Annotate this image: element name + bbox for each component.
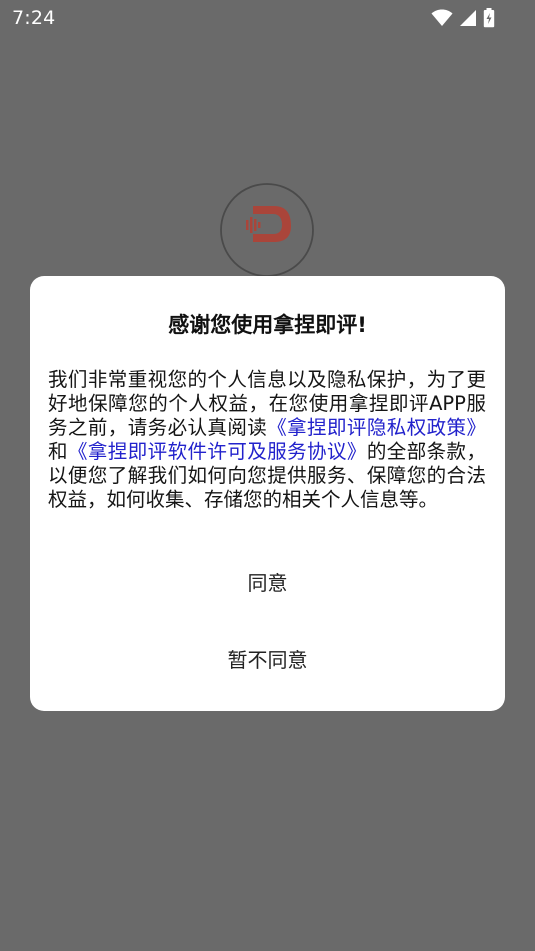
status-icons <box>431 8 495 28</box>
privacy-dialog: 感谢您使用拿捏即评! 我们非常重视您的个人信息以及隐私保护，为了更好地保障您的个… <box>30 276 505 711</box>
dialog-title: 感谢您使用拿捏即评! <box>168 313 367 337</box>
privacy-policy-link[interactable]: 《拿捏即评隐私权政策》 <box>267 416 486 439</box>
cell-signal-icon <box>459 9 477 27</box>
wifi-icon <box>431 9 453 27</box>
dialog-body: 我们非常重视您的个人信息以及隐私保护，为了更好地保障您的个人权益，在您使用拿捏即… <box>48 368 486 512</box>
status-bar: 7:24 <box>0 0 535 36</box>
app-logo <box>219 182 315 278</box>
agree-button[interactable]: 同意 <box>30 563 505 603</box>
battery-charging-icon <box>483 8 495 28</box>
status-time: 7:24 <box>12 7 56 29</box>
dialog-body-conjunction: 和 <box>48 440 68 463</box>
disagree-button[interactable]: 暂不同意 <box>30 640 505 680</box>
license-agreement-link[interactable]: 《拿捏即评软件许可及服务协议》 <box>68 440 367 463</box>
